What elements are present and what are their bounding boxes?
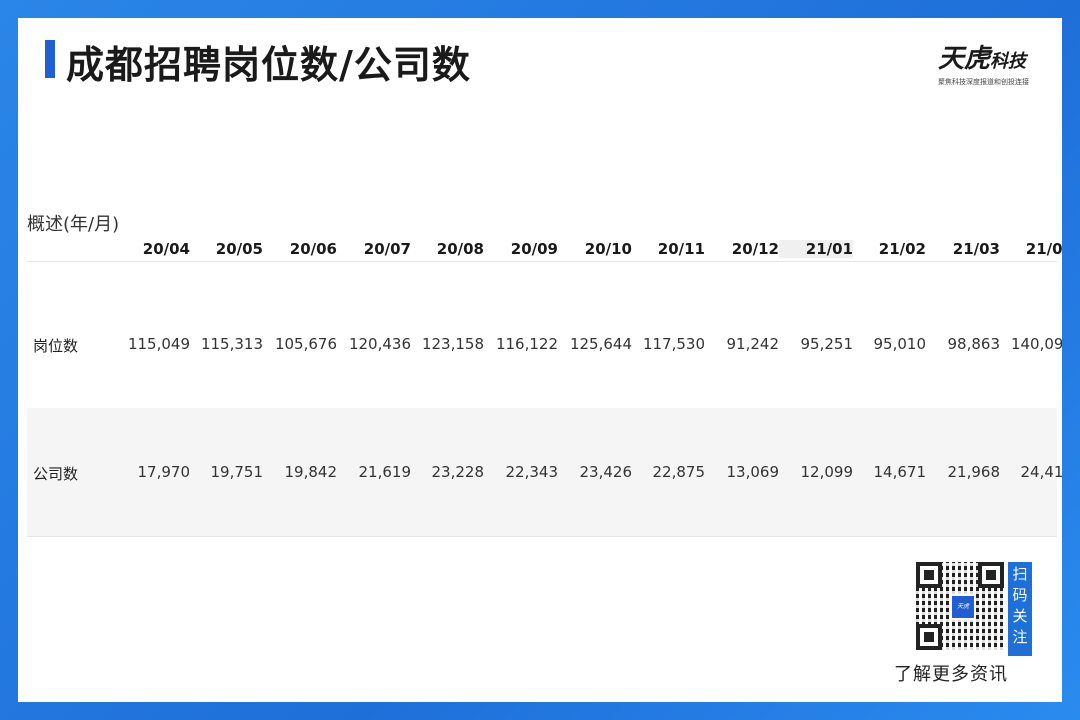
brand-logo-sub: 科技 — [990, 51, 1027, 72]
table-cell: 91,242 — [726, 335, 780, 353]
table-row-jobs: 岗位数 115,049 115,313 105,676 120,436 123,158 11… — [27, 280, 1062, 408]
table-cell: 95,251 — [800, 335, 854, 353]
column-header-21-01: 21/01 — [779, 240, 853, 258]
title-accent-bar — [45, 40, 55, 78]
content-card: 成都招聘岗位数/公司数 天虎科技 聚焦科技深度报道和创投连接 概述(年/月) 2… — [18, 18, 1062, 702]
column-header-20-10: 20/10 — [584, 240, 632, 258]
table-corner-label: 概述(年/月) — [27, 214, 120, 235]
learn-more-text: 了解更多资讯 — [894, 664, 1008, 685]
column-header-20-06: 20/06 — [289, 240, 337, 258]
table-cell: 117,530 — [642, 335, 705, 353]
column-header-20-11: 20/11 — [657, 240, 705, 258]
qr-finder-bottom-left — [916, 624, 942, 650]
header-divider — [27, 261, 1057, 262]
brand-tagline: 聚焦科技深度报道和创投连接 — [938, 78, 1029, 86]
row-label: 公司数 — [33, 465, 79, 483]
scan-follow-tag: 扫码关注 — [1008, 562, 1032, 656]
table-cell: 17,970 — [137, 463, 191, 481]
qr-finder-top-right — [978, 562, 1004, 588]
brand-logo-text: 天虎科技 — [938, 38, 1038, 75]
column-header-21-03: 21/03 — [952, 240, 1000, 258]
brand-logo: 天虎科技 聚焦科技深度报道和创投连接 — [938, 38, 1038, 87]
column-header-20-09: 20/09 — [510, 240, 558, 258]
qr-finder-top-left — [916, 562, 942, 588]
table-cell: 12,099 — [800, 463, 854, 481]
table-cell: 140,093 — [1010, 335, 1062, 353]
table-cell: 13,069 — [726, 463, 780, 481]
table-cell: 23,426 — [579, 463, 633, 481]
column-header-20-07: 20/07 — [363, 240, 411, 258]
table-cell: 24,416 — [1020, 463, 1063, 481]
table-cell: 95,010 — [873, 335, 927, 353]
table-cell: 116,122 — [495, 335, 558, 353]
table-cell: 120,436 — [348, 335, 411, 353]
table-cell: 21,968 — [947, 463, 1001, 481]
table-cell: 115,049 — [127, 335, 190, 353]
table-row-companies: 公司数 17,970 19,751 19,842 21,619 23,228 22,343 2… — [27, 408, 1062, 537]
table-cell: 19,842 — [284, 463, 338, 481]
table-cell: 123,158 — [421, 335, 484, 353]
column-header-21-04: 21/04 — [1025, 240, 1062, 258]
table-cell: 14,671 — [873, 463, 927, 481]
row-label: 岗位数 — [33, 337, 79, 355]
column-header-20-04: 20/04 — [142, 240, 190, 258]
table-cell: 115,313 — [200, 335, 263, 353]
table-cell: 23,228 — [431, 463, 485, 481]
table-cell: 21,619 — [358, 463, 412, 481]
column-header-21-02: 21/02 — [878, 240, 926, 258]
column-header-20-12: 20/12 — [731, 240, 779, 258]
table-header-row: 20/04 20/05 20/06 20/07 20/08 20/09 20/10 20/11… — [27, 240, 1062, 262]
table-cell: 22,875 — [652, 463, 706, 481]
table-cell: 105,676 — [274, 335, 337, 353]
table-cell: 98,863 — [947, 335, 1001, 353]
table-cell: 19,751 — [210, 463, 264, 481]
column-header-20-08: 20/08 — [436, 240, 484, 258]
qr-center-logo: 天虎 — [950, 594, 976, 620]
table-cell: 22,343 — [505, 463, 559, 481]
table-cell: 125,644 — [569, 335, 632, 353]
page-title: 成都招聘岗位数/公司数 — [66, 43, 471, 87]
column-header-20-05: 20/05 — [215, 240, 263, 258]
brand-logo-main: 天虎 — [938, 44, 991, 74]
